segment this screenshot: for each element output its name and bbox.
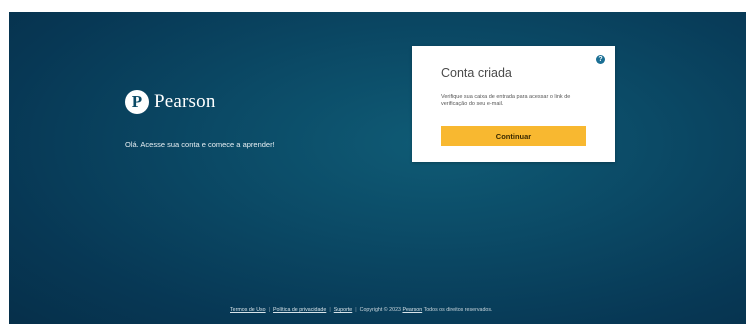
footer-rights: Todos os direitos reservados. (423, 307, 493, 313)
help-question-icon[interactable]: ? (596, 55, 605, 64)
verification-message: Verifique sua caixa de entrada para aces… (441, 94, 571, 107)
footer-separator: | (355, 307, 357, 313)
account-created-card: ? Conta criada Verifique sua caixa de en… (412, 46, 615, 162)
footer-separator: | (329, 307, 331, 313)
footer-link-pearson[interactable]: Pearson (402, 307, 422, 313)
footer-link-privacy[interactable]: Política de privacidade (273, 307, 326, 313)
footer-copyright: Copyright © 2023 (359, 307, 401, 313)
page-background: P Pearson Olá. Acesse sua conta e comece… (9, 12, 746, 324)
footer-link-terms[interactable]: Termos de Uso (230, 307, 266, 313)
card-title: Conta criada (441, 66, 512, 80)
pearson-logo-icon: P (125, 90, 149, 114)
footer-separator: | (268, 307, 271, 313)
continue-button[interactable]: Continuar (441, 126, 586, 146)
footer: Termos de Uso | Política de privacidade | Su… (230, 307, 492, 313)
footer-link-support[interactable]: Suporte (334, 307, 353, 313)
brand-name: Pearson (154, 91, 216, 112)
pearson-brand: P Pearson (125, 90, 216, 114)
welcome-tagline: Olá. Acesse sua conta e comece a aprende… (125, 140, 275, 149)
